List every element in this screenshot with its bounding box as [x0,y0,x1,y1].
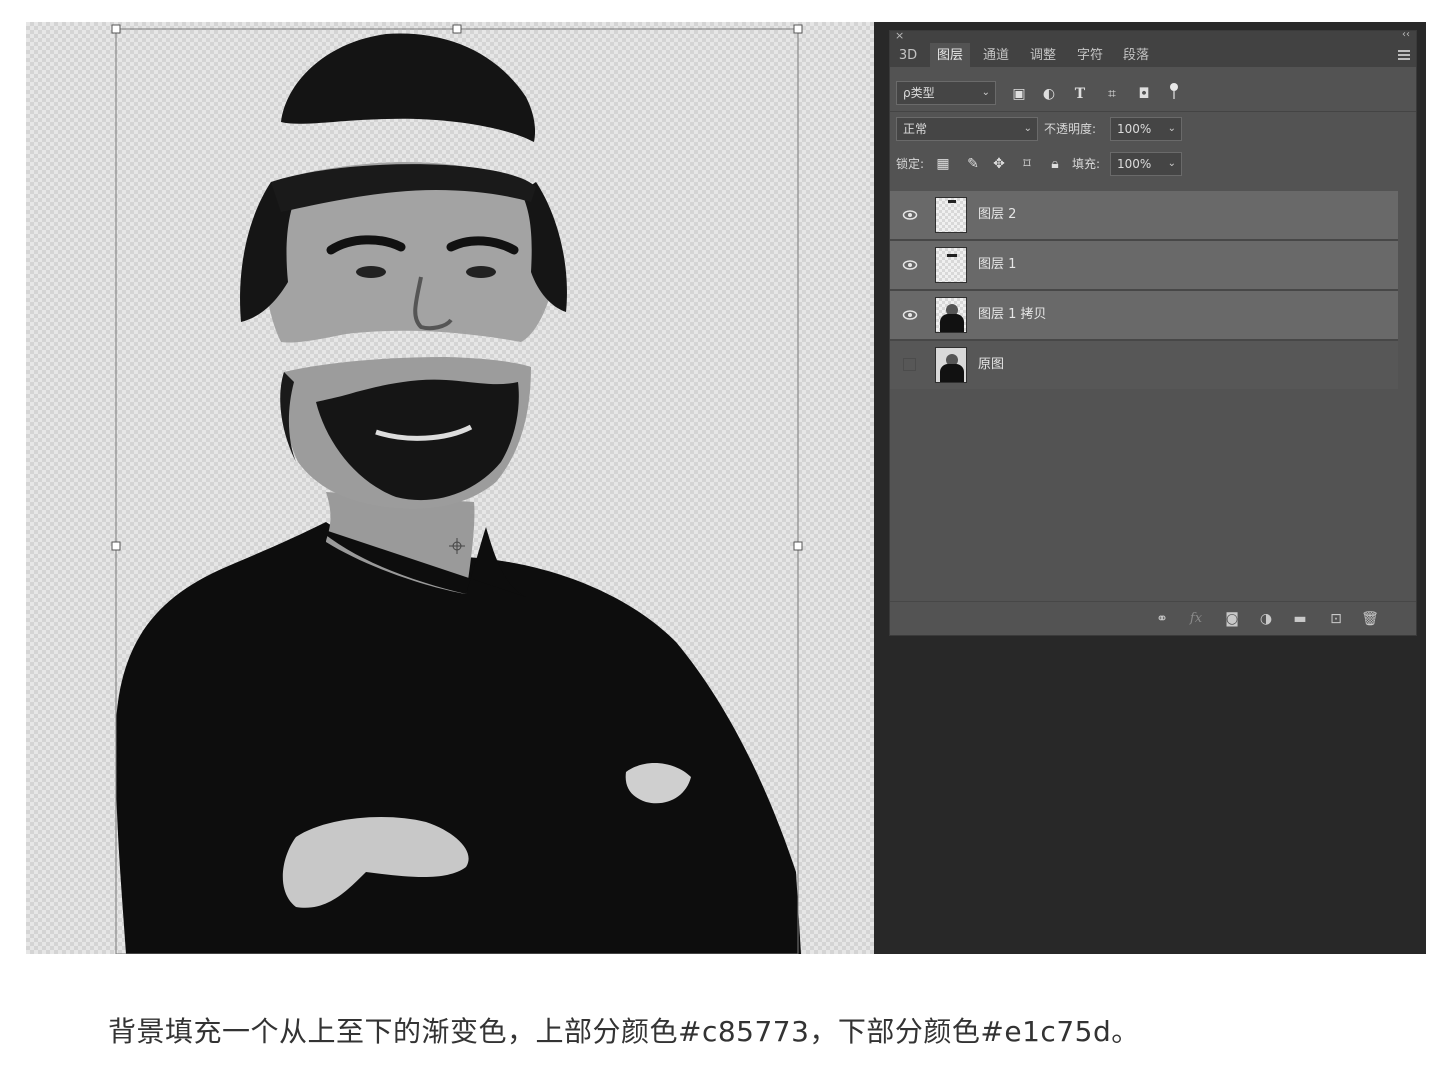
chevron-down-icon[interactable]: ⌄ [1168,153,1176,175]
tab-paragraph[interactable]: 段落 [1116,43,1156,67]
link-layers-icon[interactable]: ⚭ [1152,610,1172,628]
blend-mode-select[interactable]: 正常 ⌄ [896,117,1038,141]
layer-name[interactable]: 图层 1 拷贝 [978,291,1047,339]
lock-artboard-icon[interactable]: ⌑ [1018,155,1036,173]
layer-row[interactable]: 图层 1 拷贝 [890,291,1398,339]
layer-filter-select[interactable]: ρ类型 ⌄ [896,81,996,105]
tab-layers[interactable]: 图层 [930,43,970,67]
panel-bottom-bar: ⚭ fx ◙ ◑ ▬ ⊡ 🗑︎ [890,601,1416,636]
eye-left [356,266,386,278]
panel-tabs: 3D 图层 通道 调整 字符 段落 [890,43,1416,67]
visibility-toggle[interactable] [903,358,916,371]
layer-thumbnail [935,197,967,233]
chevron-down-icon[interactable]: ⌄ [1168,118,1176,140]
chevron-down-icon: ⌄ [981,87,990,98]
layers-panel: × ‹‹ 3D 图层 通道 调整 字符 段落 ρ类型 ⌄ ▣ ◐ T ⌗ ◘ 正… [889,29,1417,636]
fx-icon[interactable]: fx [1186,610,1206,628]
layer-thumbnail [935,347,967,383]
adjustment-filter-icon[interactable]: ◐ [1040,85,1058,103]
transform-handle-mid-left [111,541,121,551]
caption-text: 背景填充一个从上至下的渐变色，上部分颜色#c85773，下部分颜色#e1c75d… [108,1015,1140,1048]
eye-icon[interactable] [902,307,918,323]
transform-handle-top-center [452,24,462,34]
screenshot: × ‹‹ 3D 图层 通道 调整 字符 段落 ρ类型 ⌄ ▣ ◐ T ⌗ ◘ 正… [26,22,1426,954]
tab-adjustments[interactable]: 调整 [1023,43,1063,67]
tab-channels[interactable]: 通道 [976,43,1016,67]
panel-title-bar[interactable]: × ‹‹ [890,29,1416,43]
delete-icon[interactable]: 🗑︎ [1360,610,1380,628]
opacity-input[interactable]: 100% ⌄ [1110,117,1182,141]
smartobject-filter-icon[interactable]: ◘ [1135,85,1153,103]
opacity-value: 100% [1117,122,1152,136]
layer-thumbnail [935,297,967,333]
close-icon[interactable]: × [895,29,904,42]
canvas-artwork [111,24,803,954]
document-canvas[interactable] [26,22,874,954]
filter-toggle-icon[interactable] [1170,83,1178,101]
transform-handle-top-left [111,24,121,34]
lock-transparent-icon[interactable]: ▦ [934,155,952,173]
shape-filter-icon[interactable]: ⌗ [1103,85,1121,103]
hair-top-shape [281,33,536,142]
eye-right [466,266,496,278]
image-filter-icon[interactable]: ▣ [1010,85,1028,103]
panel-menu-icon[interactable] [1398,50,1410,60]
divider [890,111,1416,112]
type-filter-icon[interactable]: T [1071,85,1089,103]
fill-label: 填充: [1072,157,1101,171]
layer-row[interactable]: 原图 [890,341,1398,389]
new-layer-icon[interactable]: ⊡ [1326,610,1346,628]
lock-paint-icon[interactable]: ✎ [964,155,982,173]
fill-value: 100% [1117,157,1152,171]
layer-row[interactable]: 图层 1 [890,241,1398,289]
layer-thumbnail [935,247,967,283]
tab-character[interactable]: 字符 [1070,43,1110,67]
add-mask-icon[interactable]: ◙ [1222,610,1242,628]
eye-icon[interactable] [902,207,918,223]
collapse-icon[interactable]: ‹‹ [1402,29,1410,40]
lock-move-icon[interactable]: ✥ [990,155,1008,173]
transform-handle-top-right [793,24,803,34]
layer-name[interactable]: 图层 2 [978,191,1016,239]
layer-row[interactable]: 图层 2 [890,191,1398,239]
lock-all-icon[interactable]: 🔒︎ [1046,155,1064,173]
filter-label: ρ类型 [903,86,935,100]
transform-handle-mid-right [793,541,803,551]
new-group-icon[interactable]: ▬ [1290,610,1310,628]
tab-3d[interactable]: 3D [892,43,924,67]
chevron-down-icon: ⌄ [1023,123,1032,134]
layer-name[interactable]: 原图 [978,341,1004,389]
opacity-label: 不透明度: [1044,122,1097,136]
layer-name[interactable]: 图层 1 [978,241,1016,289]
adjustment-layer-icon[interactable]: ◑ [1256,610,1276,628]
blend-mode-value: 正常 [903,122,928,136]
eye-icon[interactable] [902,257,918,273]
lock-label: 锁定: [896,157,925,171]
fill-input[interactable]: 100% ⌄ [1110,152,1182,176]
